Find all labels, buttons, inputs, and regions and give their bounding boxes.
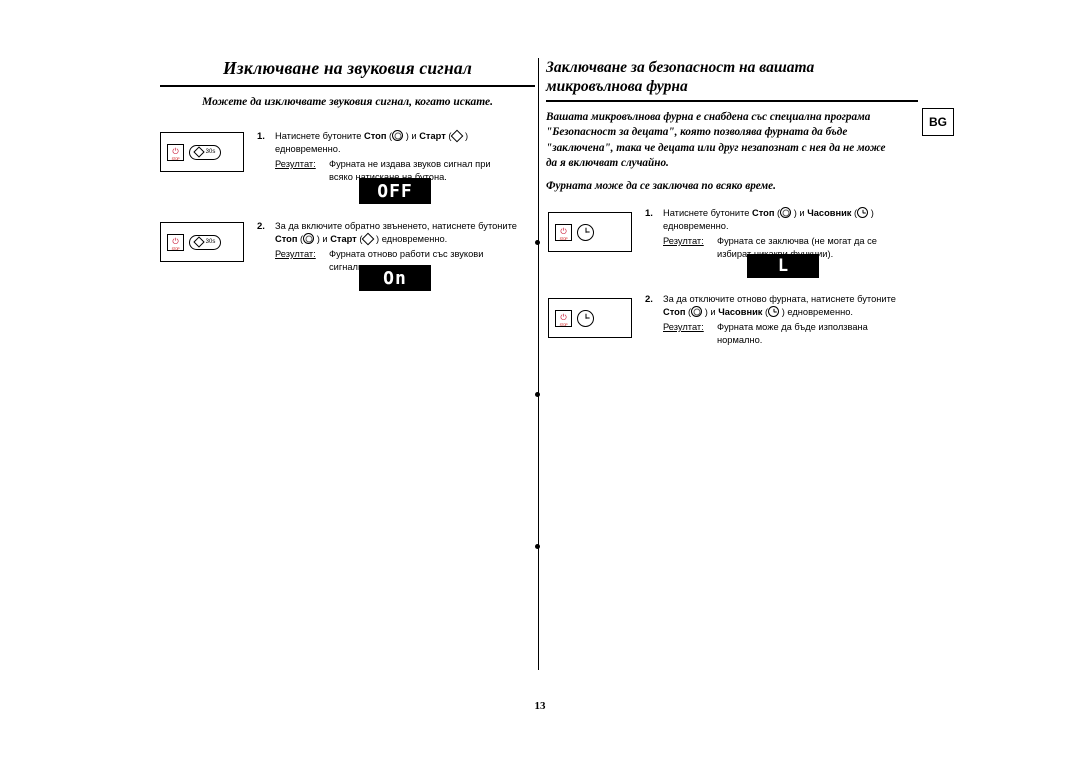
stop-button-icon	[392, 130, 404, 141]
right-column: Заключване за безопасност на вашата микр…	[546, 58, 918, 194]
right-step-2-result-label: Резултат:	[663, 321, 704, 332]
left-step-1-line1: Натиснете бутоните Стоп ( ) и Старт ( )	[275, 130, 469, 141]
stop-button-sublabel: STOP	[559, 322, 568, 327]
stop-button-sublabel: STOP	[559, 236, 568, 241]
stop-button-icon	[780, 207, 792, 218]
column-divider	[538, 58, 539, 670]
power-glyph: ⏻	[172, 146, 179, 156]
left-column: Изключване на звуковия сигнал Можете да …	[160, 58, 535, 108]
start-diamond-glyph	[192, 236, 205, 248]
left-step-1-body: Натиснете бутоните Стоп ( ) и Старт ( ) …	[275, 130, 530, 185]
stop-button-icon	[303, 233, 315, 245]
left-step-2-line2: Стоп ( ) и Старт ( ) едновременно.	[275, 233, 448, 245]
left-step-2-result-label: Резултат:	[275, 248, 316, 259]
stop-button-icon	[691, 306, 703, 318]
right-title-divider	[546, 100, 918, 102]
start-button-icon	[362, 233, 373, 244]
right-step-1-line2: едновременно.	[663, 221, 729, 232]
divider-dot	[535, 544, 540, 549]
start-diamond-glyph	[192, 146, 205, 158]
right-step-2-line2: Стоп ( ) и Часовник ( ) едновременно.	[663, 306, 853, 318]
divider-dot	[535, 392, 540, 397]
clock-button-icon	[768, 306, 780, 318]
display-on: On	[359, 265, 431, 291]
stop-button-icon: ⏻ STOP	[555, 223, 572, 241]
panel-2-sublabel: 30s	[205, 239, 216, 245]
control-panel-thumbnail-3: ⏻ STOP	[548, 212, 632, 252]
page-number: 13	[534, 700, 546, 712]
power-glyph: ⏻	[560, 312, 567, 322]
right-section-title: Заключване за безопасност на вашата микр…	[546, 59, 815, 95]
panel-1-sublabel: 30s	[205, 149, 216, 155]
right-step-2-line1: За да отключите отново фурната, натиснет…	[663, 294, 896, 304]
control-panel-thumbnail-1: ⏻ STOP 30s	[160, 132, 244, 172]
start-button-icon: 30s	[189, 234, 221, 250]
clock-button-icon	[577, 223, 594, 241]
stop-button-icon: ⏻ STOP	[555, 309, 572, 327]
right-step-2-body: За да отключите отново фурната, натиснет…	[663, 293, 921, 348]
control-panel-thumbnail-2: ⏻ STOP 30s	[160, 222, 244, 262]
control-panel-thumbnail-4: ⏻ STOP	[548, 298, 632, 338]
left-title-divider	[160, 85, 535, 87]
right-step-2-number: 2.	[645, 294, 653, 305]
divider-dot	[535, 240, 540, 245]
left-section-title: Изключване на звуковия сигнал	[222, 58, 473, 78]
stop-button-icon: ⏻ STOP	[167, 143, 184, 161]
stop-button-sublabel: STOP	[171, 156, 180, 161]
clock-button-icon	[857, 207, 869, 218]
right-step-1-number: 1.	[645, 208, 653, 219]
left-section-subtitle: Можете да изключвате звуковия сигнал, ко…	[202, 96, 493, 108]
clock-button-icon	[577, 309, 594, 327]
start-button-icon: 30s	[189, 144, 221, 160]
power-glyph: ⏻	[560, 226, 567, 236]
right-step-1-line1: Натиснете бутоните Стоп ( ) и Часовник (…	[663, 207, 874, 218]
left-step-1-number: 1.	[257, 131, 265, 142]
stop-button-sublabel: STOP	[171, 246, 180, 251]
left-step-1-result-label: Резултат:	[275, 158, 316, 169]
right-section-subtitle: Вашата микровълнова фурна е снабдена със…	[546, 111, 886, 192]
power-glyph: ⏻	[172, 236, 179, 246]
right-step-2-result-text: Фурната може да бъде използвана нормално…	[717, 321, 868, 346]
language-badge: BG	[922, 108, 954, 136]
stop-button-icon: ⏻ STOP	[167, 233, 184, 251]
start-button-icon	[451, 130, 462, 141]
left-step-2-number: 2.	[257, 221, 265, 232]
right-step-1-result-label: Резултат:	[663, 235, 704, 246]
left-step-2-line1: За да включите обратно звъненето, натисн…	[275, 221, 517, 231]
display-off: OFF	[359, 178, 431, 204]
display-locked: L	[747, 254, 819, 278]
left-step-1-line2: едновременно.	[275, 144, 341, 155]
